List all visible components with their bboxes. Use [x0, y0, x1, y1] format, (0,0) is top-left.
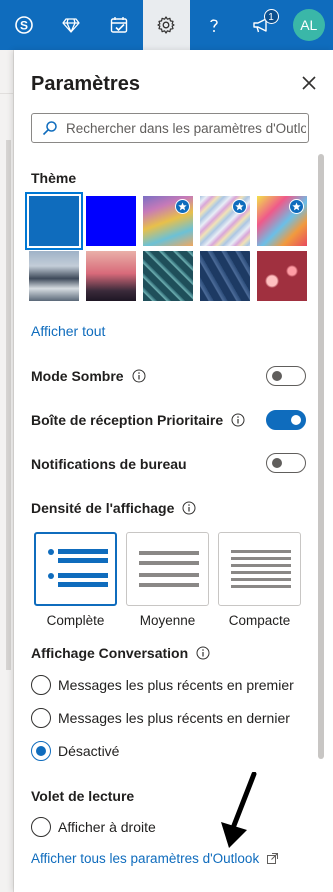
- desktop-notifications-toggle[interactable]: [266, 453, 306, 473]
- conversation-heading: Affichage Conversation: [31, 645, 189, 661]
- theme-swatch-courbes[interactable]: [200, 196, 250, 246]
- density-heading: Densité de l'affichage: [31, 500, 175, 516]
- avatar: AL: [292, 9, 325, 41]
- info-icon[interactable]: [132, 369, 146, 383]
- theme-swatch-bokeh[interactable]: [257, 251, 307, 301]
- settings-search[interactable]: [31, 113, 309, 143]
- conversation-option-off[interactable]: Désactivé: [31, 741, 119, 761]
- focused-inbox-row: Boîte de réception Prioritaire: [31, 412, 245, 428]
- info-icon[interactable]: [196, 646, 210, 660]
- info-icon[interactable]: [231, 413, 245, 427]
- dark-mode-toggle[interactable]: [266, 366, 306, 386]
- svg-text:S: S: [20, 19, 28, 33]
- density-medium-icon: [139, 551, 199, 587]
- account-button[interactable]: AL: [285, 0, 333, 50]
- reading-pane-option-right[interactable]: Afficher à droite: [31, 817, 156, 837]
- skype-icon: S: [14, 15, 34, 35]
- diamond-icon: [61, 15, 81, 35]
- density-caption-compact: Compacte: [228, 613, 291, 628]
- calendar-check-icon: [109, 15, 129, 35]
- density-option-complete[interactable]: [34, 532, 117, 606]
- settings-panel: Paramètres Thème Afficher tout Mode Somb…: [14, 50, 333, 892]
- help-icon: [204, 15, 224, 35]
- density-heading-row: Densité de l'affichage: [31, 500, 196, 516]
- whats-new-button[interactable]: 1: [238, 0, 286, 50]
- search-icon: [42, 121, 57, 136]
- radio-label: Désactivé: [58, 743, 120, 759]
- view-all-settings-link[interactable]: Afficher tous les paramètres d'Outlook: [31, 851, 279, 866]
- theme-swatch-arc-en-ciel[interactable]: [143, 196, 193, 246]
- annotation-arrow-icon: [221, 772, 257, 848]
- desktop-notifications-label: Notifications de bureau: [31, 456, 187, 472]
- focused-inbox-label: Boîte de réception Prioritaire: [31, 412, 224, 428]
- reading-pane-heading: Volet de lecture: [31, 788, 135, 804]
- density-full-icon: [48, 549, 108, 587]
- theme-swatch-coucher-de-soleil[interactable]: [86, 251, 136, 301]
- open-in-new-icon: [267, 853, 279, 864]
- premium-button[interactable]: [48, 0, 96, 50]
- help-button[interactable]: [190, 0, 238, 50]
- conversation-option-newest-first[interactable]: Messages les plus récents en premier: [31, 675, 294, 695]
- conversation-option-newest-last[interactable]: Messages les plus récents en dernier: [31, 708, 290, 728]
- star-icon: [289, 199, 304, 214]
- radio-button[interactable]: [31, 741, 51, 761]
- focused-inbox-toggle[interactable]: [266, 410, 306, 430]
- dark-mode-row: Mode Sombre: [31, 368, 146, 384]
- skype-button[interactable]: S: [0, 0, 48, 50]
- theme-swatch-bleu[interactable]: [27, 194, 81, 248]
- conversation-heading-row: Affichage Conversation: [31, 645, 210, 661]
- my-day-button[interactable]: [95, 0, 143, 50]
- radio-button[interactable]: [31, 708, 51, 728]
- theme-swatch-dessin[interactable]: [257, 196, 307, 246]
- theme-swatch-bleu-vif[interactable]: [86, 196, 136, 246]
- radio-label: Messages les plus récents en premier: [58, 677, 294, 693]
- theme-swatch-montagne[interactable]: [29, 251, 79, 301]
- close-button[interactable]: [300, 74, 318, 92]
- panel-title: Paramètres: [31, 73, 140, 95]
- density-compact-icon: [231, 550, 291, 588]
- radio-label: Messages les plus récents en dernier: [58, 710, 290, 726]
- star-icon: [232, 199, 247, 214]
- scrollbar-thumb[interactable]: [318, 154, 324, 759]
- show-all-themes-link[interactable]: Afficher tout: [31, 323, 105, 339]
- theme-swatch-circuit[interactable]: [143, 251, 193, 301]
- density-option-compact[interactable]: [218, 532, 301, 606]
- star-icon: [175, 199, 190, 214]
- density-option-medium[interactable]: [126, 532, 209, 606]
- density-caption-medium: Moyenne: [139, 613, 196, 628]
- close-icon: [302, 76, 316, 90]
- dark-mode-label: Mode Sombre: [31, 368, 124, 384]
- settings-button[interactable]: [142, 0, 190, 50]
- radio-button[interactable]: [31, 675, 51, 695]
- notification-badge: 1: [263, 9, 279, 24]
- density-caption-complete: Complète: [46, 613, 105, 628]
- top-bar: S 1 AL: [0, 0, 333, 50]
- background-mail-list: [0, 50, 14, 892]
- view-all-settings-label: Afficher tous les paramètres d'Outlook: [31, 851, 260, 866]
- theme-swatch-vol[interactable]: [200, 251, 250, 301]
- desktop-notifications-row: Notifications de bureau: [31, 456, 187, 472]
- search-input[interactable]: [66, 120, 306, 136]
- info-icon[interactable]: [182, 501, 196, 515]
- radio-label: Afficher à droite: [58, 819, 156, 835]
- theme-heading: Thème: [31, 170, 77, 186]
- radio-button[interactable]: [31, 817, 51, 837]
- gear-icon: [156, 15, 176, 35]
